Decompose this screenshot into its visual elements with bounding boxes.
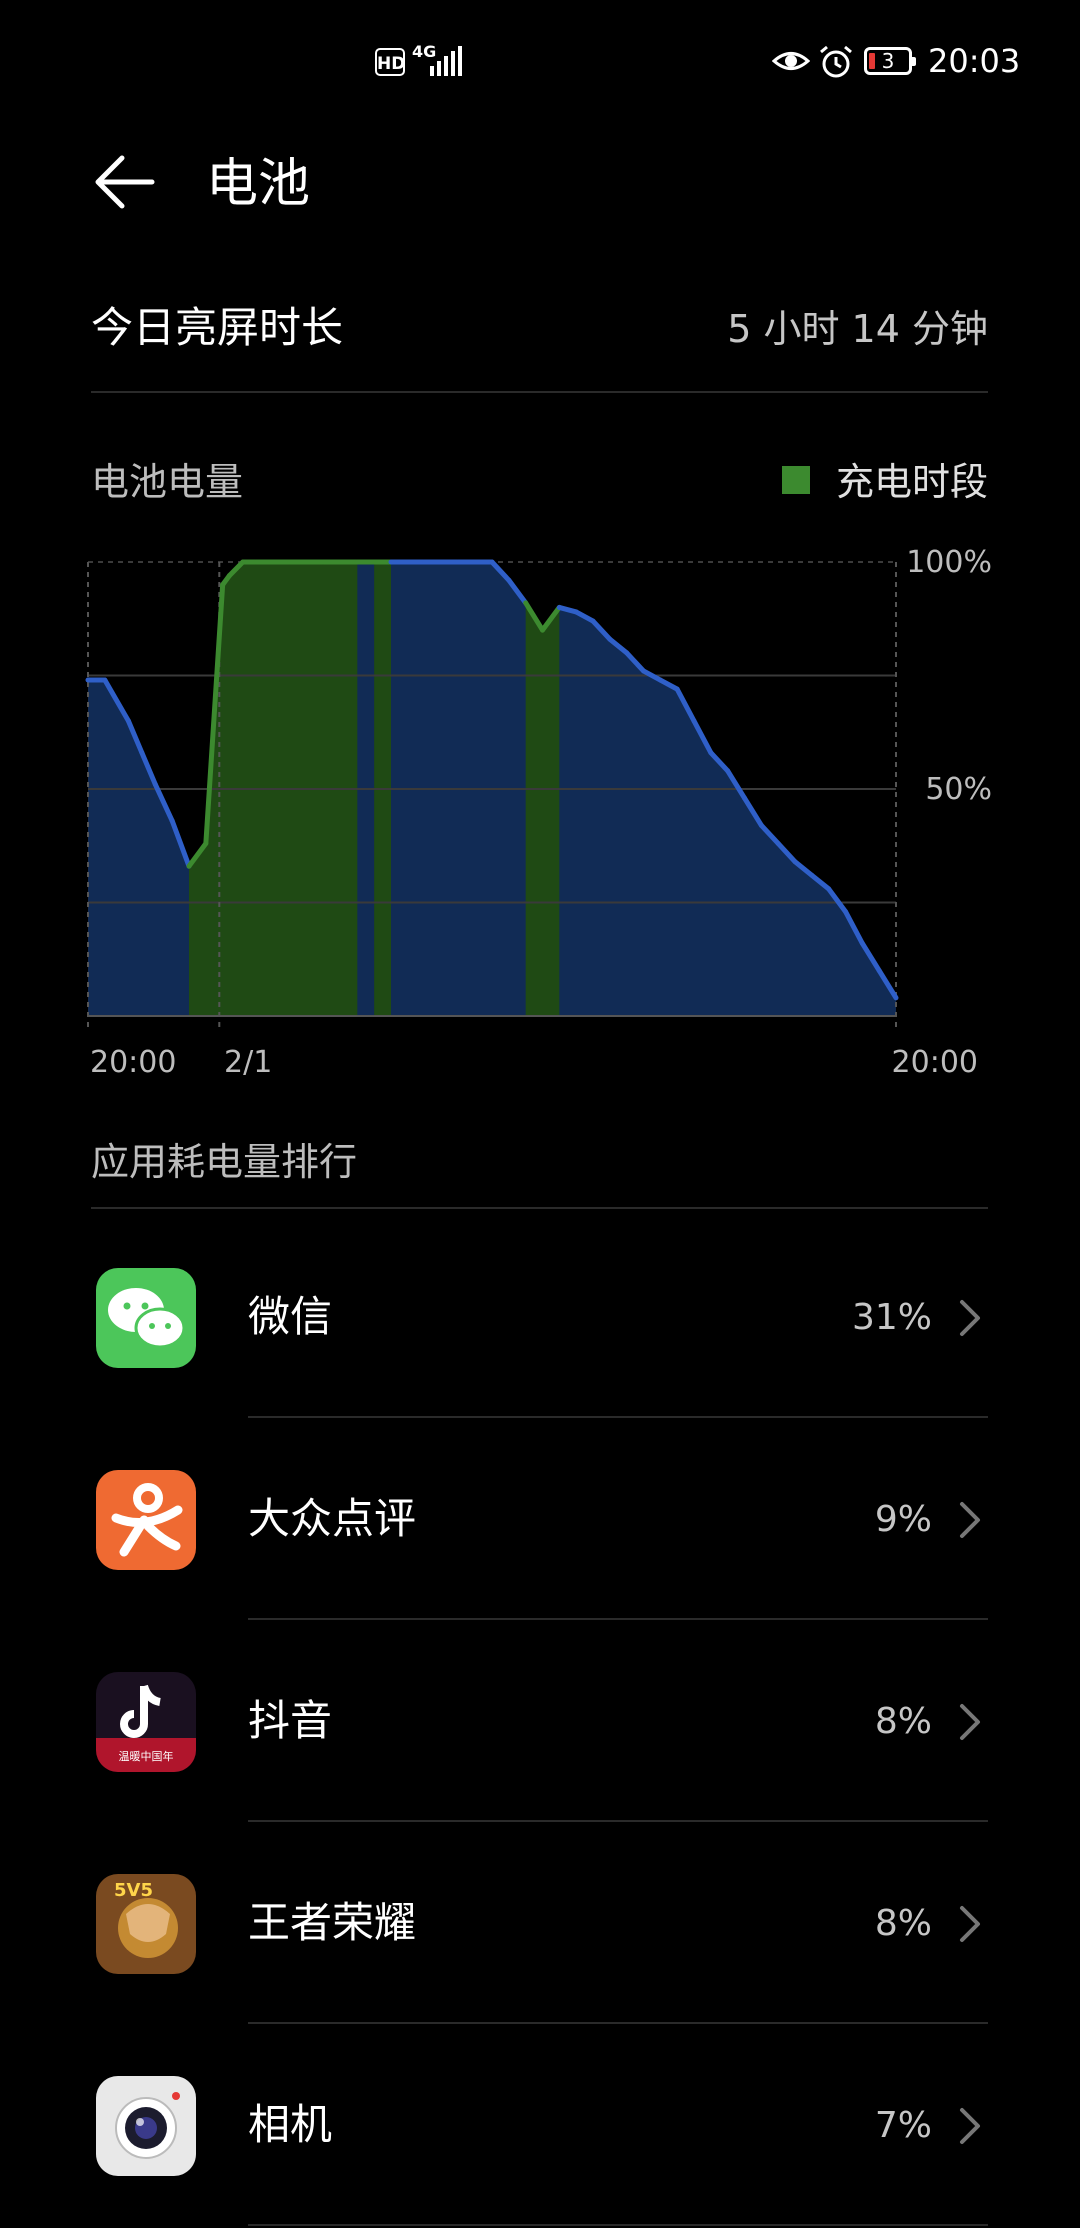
app-row[interactable]: 相机 7% [0,2024,1080,2226]
back-arrow-icon[interactable] [92,150,156,214]
app-row[interactable]: 微信 31% [0,1216,1080,1418]
honor-of-kings-icon: 5V5 [96,1874,196,1974]
signal-icon [430,46,462,76]
app-percent: 7% [874,2105,932,2146]
app-percent: 8% [874,1903,932,1944]
status-bar: HD 4G 3 20:03 [0,0,1080,126]
chevron-right-icon [960,1704,980,1740]
divider [91,391,988,393]
app-percent: 31% [851,1297,932,1338]
app-row[interactable]: 温暖中国年 抖音 8% [0,1620,1080,1822]
charging-legend-swatch [782,466,810,494]
app-name: 相机 [248,2100,333,2149]
app-name: 大众点评 [248,1494,417,1543]
wechat-icon [96,1268,196,1368]
dianping-icon [96,1470,196,1570]
alarm-icon [820,45,852,78]
chevron-right-icon [960,1906,980,1942]
app-row[interactable]: 5V5 王者荣耀 8% [0,1822,1080,2024]
x-tick-label: 20:00 [90,1045,176,1080]
chevron-right-icon [960,1300,980,1336]
battery-icon: 3 [864,47,916,75]
chevron-right-icon [960,2108,980,2144]
svg-text:温暖中国年: 温暖中国年 [119,1749,174,1763]
screen-time-value: 5 小时 14 分钟 [727,307,988,351]
y-tick-label: 100% [906,545,992,580]
app-name: 抖音 [248,1696,333,1745]
page-title: 电池 [206,154,311,214]
douyin-icon: 温暖中国年 [96,1672,196,1772]
chevron-right-icon [960,1502,980,1538]
battery-chart: 100% 50% 20:00 2/1 20:00 [85,545,992,1080]
x-tick-label: 2/1 [224,1045,272,1080]
battery-level: 3 [881,49,895,73]
app-name: 王者荣耀 [248,1898,417,1947]
x-tick-label: 20:00 [892,1045,978,1080]
svg-text:5V5: 5V5 [114,1880,153,1901]
divider [91,1207,988,1209]
clock: 20:03 [928,42,1021,80]
divider [248,2224,988,2226]
charging-legend-label: 充电时段 [835,460,988,504]
eye-icon [772,52,810,70]
app-percent: 8% [874,1701,932,1742]
app-name: 微信 [248,1292,333,1341]
camera-icon [96,2076,196,2176]
battery-level-label: 电池电量 [91,460,244,504]
ranking-label: 应用耗电量排行 [91,1140,358,1184]
hd-icon: HD [375,48,405,76]
app-row[interactable]: 大众点评 9% [0,1418,1080,1620]
app-percent: 9% [874,1499,932,1540]
screen-time-label: 今日亮屏时长 [91,303,344,352]
y-tick-label: 50% [925,772,992,807]
